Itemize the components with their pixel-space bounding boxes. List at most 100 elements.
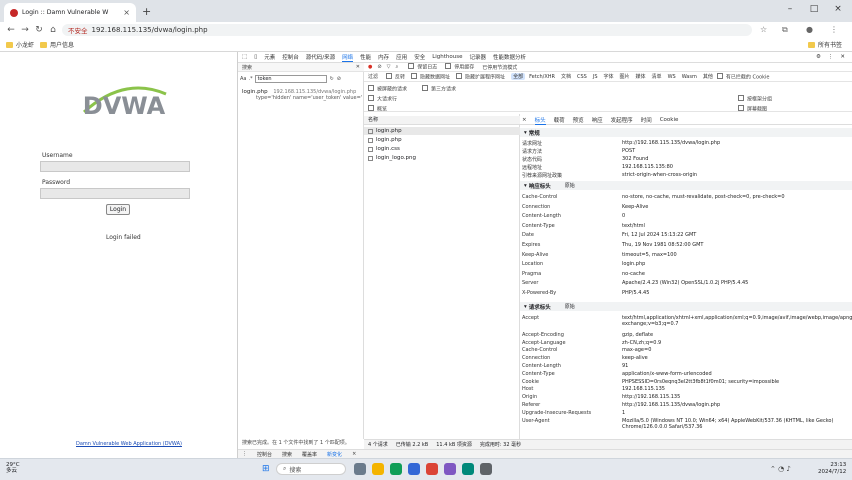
clear-icon[interactable]: ⊘ [377, 64, 381, 70]
insecure-warning[interactable]: 不安全 [68, 25, 88, 35]
start-icon[interactable]: ⊞ [262, 464, 270, 474]
device-icon[interactable]: ▯ [254, 54, 257, 60]
footer-link[interactable]: Damn Vulnerable Web Application (DVWA) [76, 441, 182, 447]
close-detail-icon[interactable]: × [522, 117, 527, 123]
tab-network[interactable]: 网络 [342, 53, 354, 62]
minimize-button[interactable]: – [778, 4, 802, 14]
search-input[interactable]: token [254, 75, 327, 83]
search-icon[interactable]: ⌕ [395, 64, 398, 70]
hide-extension-urls-checkbox[interactable]: 隐藏扩展程序网址 [456, 73, 505, 80]
tab-headers[interactable]: 标头 [534, 116, 546, 125]
address-bar[interactable]: 不安全 192.168.115.135/dvwa/login.php [62, 24, 752, 36]
filter-chip[interactable]: CSS [575, 74, 589, 80]
tab-sources[interactable]: 源代码/来源 [306, 53, 335, 61]
throttle-select[interactable]: 已停用节流模式 [482, 64, 517, 71]
hide-data-urls-checkbox[interactable]: 隐藏数据网址 [411, 73, 450, 80]
drawer-menu-icon[interactable]: ⋮ [242, 451, 247, 457]
tab-preview[interactable]: 预览 [573, 116, 584, 124]
settings-icon[interactable]: ⚙ [816, 54, 821, 60]
filter-chip[interactable]: 图片 [618, 73, 632, 80]
refresh-search-icon[interactable]: ↻ [330, 76, 334, 82]
password-input[interactable] [40, 188, 190, 199]
inspect-icon[interactable]: ⬚ [242, 54, 247, 60]
filter-chip[interactable]: WS [666, 74, 678, 80]
tab-security[interactable]: 安全 [414, 53, 425, 61]
tab-perf-insights[interactable]: 性能数据分析 [493, 53, 526, 61]
app-icon[interactable] [480, 463, 492, 475]
url-text[interactable]: 192.168.115.135/dvwa/login.php [92, 26, 208, 34]
username-input[interactable] [40, 161, 190, 172]
reload-icon[interactable]: ↻ [32, 25, 46, 35]
raw-toggle[interactable]: 原始 [565, 182, 575, 189]
invert-checkbox[interactable]: 反转 [386, 73, 405, 80]
forward-icon[interactable]: → [18, 25, 32, 35]
screenshots-checkbox[interactable]: 屏幕截图 [738, 105, 767, 113]
bookmark-item[interactable]: 小龙虾 [6, 40, 34, 49]
blocked-cookies-checkbox[interactable]: 有已拦截的 Cookie [717, 73, 770, 80]
filter-chip[interactable]: 字体 [602, 73, 616, 80]
more-icon[interactable]: ⋮ [828, 54, 834, 60]
group-by-frame-checkbox[interactable]: 按框架分组 [738, 95, 772, 103]
all-bookmarks[interactable]: 所有书签 [807, 40, 842, 49]
taskbar-search[interactable]: ⌕ 搜索 [276, 463, 346, 475]
match-case-icon[interactable]: Aa [240, 76, 246, 82]
tab-console[interactable]: 控制台 [282, 53, 299, 61]
filter-chip[interactable]: JS [591, 74, 600, 80]
tab-lighthouse[interactable]: Lighthouse [432, 54, 462, 60]
tab-response[interactable]: 响应 [592, 116, 603, 124]
new-tab-button[interactable]: + [142, 5, 151, 18]
request-row[interactable]: login.css [364, 145, 520, 153]
profile-icon[interactable]: ● [806, 25, 813, 34]
filter-chip[interactable]: Fetch/XHR [527, 74, 557, 80]
extensions-icon[interactable]: ⧉ [782, 25, 788, 35]
close-window-button[interactable]: × [826, 4, 850, 14]
tab-elements[interactable]: 元素 [264, 53, 275, 61]
filter-chip[interactable]: 文档 [559, 73, 573, 80]
drawer-tab-changes[interactable]: 新变化 [327, 451, 342, 458]
general-section[interactable]: ▾ 常规 [520, 128, 852, 137]
preserve-log-checkbox[interactable]: 保留日志 [408, 63, 437, 71]
star-icon[interactable]: ☆ [760, 25, 767, 34]
weather-widget[interactable]: 29°C 多云 [6, 462, 20, 474]
tab-close-icon[interactable]: × [123, 8, 130, 17]
drawer-tab-console[interactable]: 控制台 [257, 451, 272, 458]
tab-initiator[interactable]: 发起程序 [611, 116, 633, 124]
request-headers-section[interactable]: ▾ 请求标头 原始 [520, 302, 852, 311]
overview-checkbox[interactable]: 概览 [368, 105, 387, 113]
disable-cache-checkbox[interactable]: 停用缓存 [445, 63, 474, 71]
tab-recorder[interactable]: 记录器 [470, 53, 487, 61]
filter-chip[interactable]: Wasm [680, 74, 699, 80]
tab-payload[interactable]: 载荷 [554, 116, 565, 124]
tab-memory[interactable]: 内存 [378, 53, 389, 61]
filter-icon[interactable]: ▽ [387, 64, 391, 70]
maximize-button[interactable]: □ [802, 4, 826, 14]
close-search-icon[interactable]: ✕ [356, 64, 360, 70]
search-result-snippet[interactable]: type='hidden' name='user_token' value='.… [242, 95, 362, 101]
task-view-icon[interactable] [354, 463, 366, 475]
raw-toggle[interactable]: 原始 [565, 303, 575, 310]
back-icon[interactable]: ← [4, 25, 18, 35]
filter-chip[interactable]: 媒体 [634, 73, 648, 80]
chrome-icon[interactable] [390, 463, 402, 475]
record-icon[interactable]: ● [368, 64, 372, 70]
filter-input[interactable]: 过滤 [368, 73, 378, 80]
clock[interactable]: 23:13 2024/7/12 [818, 462, 846, 476]
file-explorer-icon[interactable] [372, 463, 384, 475]
tab-cookies[interactable]: Cookie [660, 117, 679, 123]
request-row[interactable]: login.php [364, 136, 520, 144]
request-list-header[interactable]: 名称 [364, 116, 520, 125]
third-party-checkbox[interactable]: 第三方请求 [422, 85, 456, 93]
login-button[interactable]: Login [106, 204, 130, 215]
menu-icon[interactable]: ⋮ [830, 25, 838, 34]
filter-chip[interactable]: 清单 [650, 73, 664, 80]
request-row[interactable]: login_logo.png [364, 154, 520, 162]
clear-search-icon[interactable]: ⊘ [337, 76, 341, 82]
filter-chip[interactable]: 其他 [701, 73, 715, 80]
response-headers-section[interactable]: ▾ 响应标头 原始 [520, 181, 852, 190]
request-row[interactable]: login.php [364, 127, 520, 135]
close-devtools-icon[interactable]: ✕ [840, 54, 845, 60]
regex-icon[interactable]: .* [248, 76, 252, 82]
blocked-requests-checkbox[interactable]: 被屏蔽的请求 [368, 85, 407, 93]
drawer-tab-search[interactable]: 搜索 [282, 451, 292, 458]
drawer-close-icon[interactable]: × [352, 451, 356, 457]
